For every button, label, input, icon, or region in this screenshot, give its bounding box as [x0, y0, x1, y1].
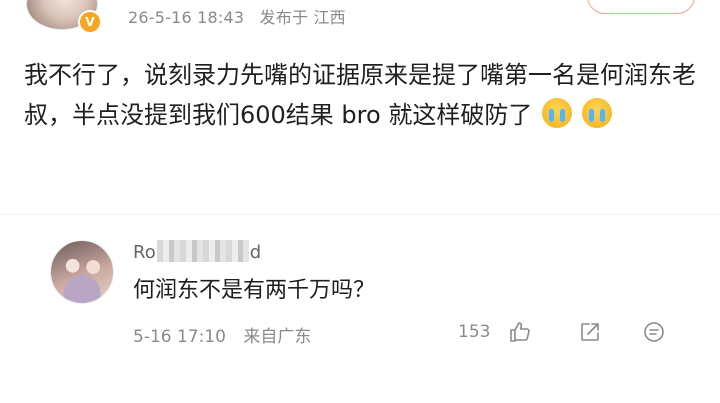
commenter-avatar[interactable] — [50, 240, 114, 304]
crying-emoji-icon — [541, 98, 572, 128]
commenter-name-start: Ro — [133, 242, 156, 263]
comment-icon[interactable] — [642, 320, 666, 344]
share-icon[interactable] — [578, 320, 602, 344]
divider — [0, 214, 720, 215]
like-count: 153 — [458, 322, 491, 342]
comment-date: 5-16 17:10 — [133, 327, 226, 347]
verified-badge: V — [78, 10, 102, 34]
commenter-name-end: d — [249, 242, 262, 263]
like-icon[interactable] — [508, 320, 532, 344]
post-location-prefix: 发布于 — [259, 8, 309, 27]
follow-button[interactable] — [587, 0, 695, 14]
crying-emoji-icon — [581, 98, 612, 128]
post-meta: 26-5-16 18:43 发布于 江西 — [128, 4, 346, 28]
post-body: 我不行了，说刻录力先嘴的证据原来是提了嘴第一名是何润东老叔，半点没提到我们600… — [24, 55, 714, 135]
comment-text: 何润东不是有两千万吗？ — [133, 278, 376, 303]
commenter-name[interactable]: Ro d — [133, 240, 261, 263]
post-location: 江西 — [313, 8, 346, 27]
post-timestamp: 26-5-16 18:43 — [128, 8, 245, 27]
comment-meta: 5-16 17:10 来自广东 — [133, 322, 311, 347]
comment-source: 来自广东 — [243, 327, 312, 347]
redacted-name-blur — [156, 240, 249, 262]
